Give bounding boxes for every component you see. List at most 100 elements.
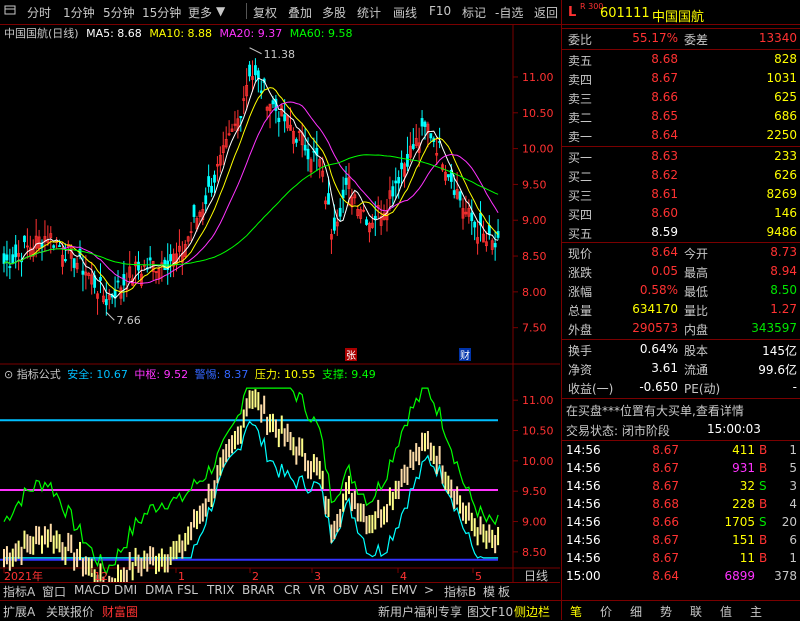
ind-bar xyxy=(283,428,286,447)
ind-bar xyxy=(456,486,459,505)
tick-volume: 151 xyxy=(732,533,755,547)
tab-emv[interactable]: EMV xyxy=(391,583,417,597)
stat-label: 外盘 xyxy=(568,323,593,337)
ind-bar xyxy=(406,466,409,485)
tab-vr[interactable]: VR xyxy=(309,583,326,597)
tab-trix[interactable]: TRIX xyxy=(207,583,234,597)
ind-bar xyxy=(266,416,269,435)
watchlist-button[interactable]: -自选 xyxy=(495,4,523,21)
tab-15min[interactable]: 15分钟 xyxy=(142,4,181,21)
indicator-name[interactable]: 指标公式 xyxy=(17,368,61,381)
trade-status-row: 交易状态: 闭市阶段 15:00:03 xyxy=(562,421,800,440)
tab-zhi[interactable]: 值 xyxy=(720,603,732,620)
tab-1min[interactable]: 1分钟 xyxy=(63,4,95,21)
tab-more[interactable]: 更多 xyxy=(188,4,212,21)
tabs-more-button[interactable]: > xyxy=(424,583,434,597)
candle-body xyxy=(63,259,67,262)
ind-bar xyxy=(342,493,345,512)
ind-bar xyxy=(46,529,49,548)
tab-shi[interactable]: 势 xyxy=(660,603,672,620)
ind-bar xyxy=(476,527,479,546)
ind-bar xyxy=(497,526,500,546)
stat-value: 8.64 xyxy=(651,245,678,259)
price-tick-label: 8.00 xyxy=(522,286,547,299)
candle-body xyxy=(11,254,15,264)
tab-dma[interactable]: DMA xyxy=(145,583,173,597)
notice-text[interactable]: 在买盘***位置有大买单,查看详情 xyxy=(566,402,744,419)
candle-body xyxy=(338,207,342,217)
ind-bar xyxy=(482,524,485,543)
rank-badge: R 300 xyxy=(580,2,604,11)
ind-bar xyxy=(14,543,17,562)
tab-5min[interactable]: 5分钟 xyxy=(103,4,135,21)
stats-button[interactable]: 统计 xyxy=(357,4,381,21)
tab-zhu[interactable]: 主 xyxy=(750,603,762,620)
ind-bar xyxy=(412,451,415,470)
tab-jia[interactable]: 价 xyxy=(600,603,612,620)
tick-time: 15:00 xyxy=(566,569,601,583)
ind-bar xyxy=(459,495,462,514)
kline-chart[interactable]: 11.00 10.50 10.00 9.50 9.00 8.50 8.00 7.50 11.38… xyxy=(0,24,560,596)
expand-a-button[interactable]: 扩展A xyxy=(3,603,35,620)
stat-label-2: 内盘 xyxy=(684,323,709,337)
tab-fenshi[interactable]: 分时 xyxy=(27,4,51,21)
tab-xi[interactable]: 细 xyxy=(630,603,642,620)
promo-text[interactable]: 新用户福利专享 xyxy=(378,603,462,620)
quote-header: L R 300 601111 中国国航 xyxy=(562,2,800,26)
tab-indicator-b[interactable]: 指标B xyxy=(444,583,476,600)
tab-cr[interactable]: CR xyxy=(284,583,301,597)
ind-bar xyxy=(55,530,58,549)
bid-volume: 8269 xyxy=(766,187,797,201)
chart-panel: 11.00 10.50 10.00 9.50 9.00 8.50 8.00 7.50 11.38… xyxy=(0,24,560,596)
tab-bi[interactable]: 笔 xyxy=(570,603,582,620)
tick-price: 8.67 xyxy=(652,533,679,547)
overlay-button[interactable]: 叠加 xyxy=(288,4,312,21)
tab-brar[interactable]: BRAR xyxy=(242,583,275,597)
ind-bar xyxy=(277,428,280,448)
ind-bar xyxy=(418,446,421,466)
bid-row: 买二 8.62 626 xyxy=(562,167,800,186)
tab-macd[interactable]: MACD xyxy=(74,583,110,597)
ind-bar xyxy=(368,515,371,534)
big-order-notice[interactable]: 在买盘***位置有大买单,查看详情 xyxy=(562,401,800,420)
ind-bar xyxy=(11,548,14,567)
ind-bar xyxy=(271,413,274,433)
tab-template[interactable]: 模 xyxy=(483,583,495,600)
ind-bar xyxy=(35,525,38,545)
related-quote-button[interactable]: 关联报价 xyxy=(46,603,94,620)
tick-time: 14:56 xyxy=(566,551,601,565)
wealth-circle-button[interactable]: 财富圈 xyxy=(102,603,138,620)
back-button[interactable]: 返回 xyxy=(534,4,558,21)
ind-bar xyxy=(388,487,391,506)
tab-board[interactable]: 板 xyxy=(498,583,510,600)
mark-button[interactable]: 标记 xyxy=(462,4,486,21)
ind-bar xyxy=(339,509,342,528)
candle-body xyxy=(446,174,450,178)
ind-bar xyxy=(441,465,444,484)
tab-lian[interactable]: 联 xyxy=(690,603,702,620)
tab-window[interactable]: 窗口 xyxy=(42,583,66,600)
candle-body xyxy=(81,270,85,275)
sidebar-toggle[interactable]: 侧边栏 xyxy=(514,603,550,620)
stat-row: 现价 8.64 今开 8.73 xyxy=(562,244,800,263)
indicator-settings-icon[interactable]: ⊙ xyxy=(4,368,13,381)
draw-line-button[interactable]: 画线 xyxy=(393,4,417,21)
ind-bar xyxy=(70,534,73,553)
bid-volume: 233 xyxy=(774,149,797,163)
period-button[interactable]: 日线 xyxy=(524,569,548,583)
ind-bar xyxy=(292,437,295,456)
tab-fsl[interactable]: FSL xyxy=(177,583,198,597)
tab-asi[interactable]: ASI xyxy=(364,583,383,597)
candle-body xyxy=(391,186,395,197)
more-dropdown-icon[interactable]: ▼ xyxy=(216,4,225,18)
ind-bar xyxy=(350,492,353,512)
ind-bar xyxy=(131,562,134,581)
tab-indicator-a[interactable]: 指标A xyxy=(3,583,35,600)
multi-stock-button[interactable]: 多股 xyxy=(322,4,346,21)
tab-obv[interactable]: OBV xyxy=(333,583,359,597)
tab-dmi[interactable]: DMI xyxy=(114,583,137,597)
ind-bar xyxy=(385,504,388,523)
f10-button[interactable]: F10 xyxy=(429,4,451,18)
f10-graphic-button[interactable]: 图文F10 xyxy=(467,603,513,620)
fuquan-button[interactable]: 复权 xyxy=(253,4,277,21)
